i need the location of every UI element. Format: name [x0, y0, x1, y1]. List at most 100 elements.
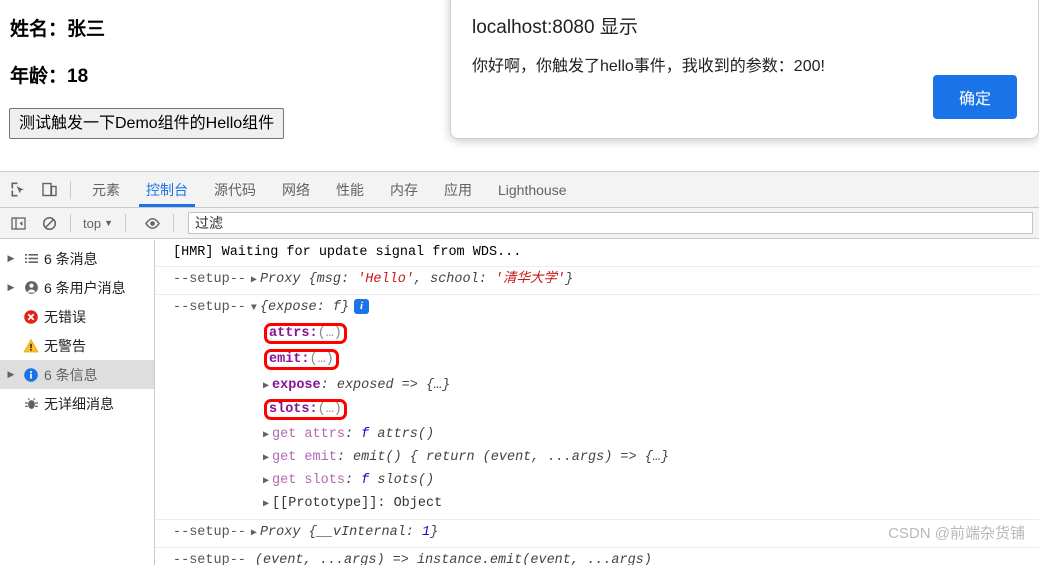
expand-arrow-icon[interactable]: ▶ — [263, 476, 269, 487]
prop-get-slots[interactable]: get slots — [272, 473, 345, 488]
vinternal-key: {__vInternal: — [308, 525, 422, 540]
dialog-ok-button[interactable]: 确定 — [932, 75, 1017, 119]
prop-attrs[interactable]: attrs: — [269, 326, 318, 341]
warning-icon — [20, 338, 42, 354]
collapse-arrow-icon[interactable]: ▼ — [251, 303, 257, 314]
prop-school: school: — [430, 272, 495, 287]
sidebar-item-warnings[interactable]: 无警告 — [0, 331, 154, 360]
sidebar-item-errors[interactable]: 无错误 — [0, 302, 154, 331]
browser-alert-dialog: localhost:8080 显示 你好啊，你触发了hello事件，我收到的参数… — [450, 0, 1039, 139]
expose-object-preview[interactable]: {expose: f} — [260, 300, 349, 315]
expand-arrow-icon[interactable]: ▶ — [4, 369, 18, 380]
user-icon — [20, 280, 42, 295]
tab-memory[interactable]: 内存 — [377, 172, 431, 207]
expose-value: exposed => {…} — [336, 378, 451, 393]
value-msg: 'Hello' — [357, 272, 414, 287]
sidebar-item-label: 6 条信息 — [44, 366, 98, 383]
prop-get-attrs[interactable]: get attrs — [272, 427, 345, 442]
slots-highlight-box: slots:(…) — [264, 399, 347, 420]
brace-close: } — [565, 272, 574, 287]
prop-msg: msg: — [316, 272, 358, 287]
console-row-expose: ▶ expose: exposed => {…} — [155, 372, 1039, 398]
execution-context-select[interactable]: top ▼ — [79, 216, 117, 231]
emit-value[interactable]: (…) — [310, 352, 334, 367]
inspect-element-icon[interactable] — [5, 177, 31, 203]
expand-arrow-icon[interactable]: ▶ — [251, 528, 257, 539]
console-row-proxy-vinternal: --setup-- ▶ Proxy {__vInternal: 1} — [155, 520, 1039, 548]
vinternal-value: 1 — [421, 525, 431, 540]
expand-arrow-icon[interactable]: ▶ — [263, 430, 269, 441]
colon: : — [336, 450, 354, 465]
age-text: 年龄：18 — [10, 66, 89, 87]
expand-arrow-icon[interactable]: ▶ — [263, 381, 269, 392]
console-message-list[interactable]: [HMR] Waiting for update signal from WDS… — [155, 240, 1039, 565]
clear-console-icon[interactable] — [36, 210, 62, 236]
sidebar-item-messages[interactable]: ▶ 6 条消息 — [0, 244, 154, 273]
console-row-attrs: attrs:(…) — [155, 322, 1039, 346]
verbose-icon — [20, 396, 42, 411]
colon: : — [320, 378, 337, 393]
get-slots-value: slots() — [369, 473, 435, 488]
toolbar-divider — [70, 180, 71, 199]
prop-emit[interactable]: emit: — [269, 352, 310, 367]
sidebar-item-verbose[interactable]: 无详细消息 — [0, 389, 154, 418]
attrs-value[interactable]: (…) — [318, 326, 342, 341]
comma: , — [413, 272, 431, 287]
console-row-emit-arrow-fn: --setup-- (event, ...args) => instance.em… — [155, 548, 1039, 565]
get-attrs-value: attrs() — [369, 427, 435, 442]
expand-arrow-icon[interactable]: ▶ — [263, 453, 269, 464]
sidebar-item-label: 6 条消息 — [44, 250, 98, 267]
prop-slots[interactable]: slots: — [269, 402, 318, 417]
arrow-function-text: (event, ...args) => instance.emit(event,… — [254, 553, 652, 565]
tab-application[interactable]: 应用 — [431, 172, 485, 207]
console-row-slots: slots:(…) — [155, 398, 1039, 422]
console-row-get-emit: ▶ get emit: emit() { return (event, ...ar… — [155, 447, 1039, 470]
eye-icon[interactable] — [139, 210, 165, 236]
filterbar-divider-3 — [173, 214, 174, 232]
console-row-hmr: [HMR] Waiting for update signal from WDS… — [155, 240, 1039, 267]
emit-highlight-box: emit:(…) — [264, 349, 339, 370]
trigger-hello-button[interactable]: 测试触发一下Demo组件的Hello组件 — [9, 108, 285, 140]
console-row-emit: emit:(…) — [155, 346, 1039, 372]
expand-arrow-icon[interactable]: ▶ — [4, 282, 18, 293]
sidebar-item-label: 6 条用户消息 — [44, 279, 126, 296]
sidebar-item-label: 无错误 — [44, 308, 86, 325]
setup-label: --setup-- — [173, 525, 246, 540]
sidebar-item-label: 无警告 — [44, 337, 86, 354]
device-toolbar-icon[interactable] — [36, 177, 62, 203]
slots-value[interactable]: (…) — [318, 402, 342, 417]
tab-sources[interactable]: 源代码 — [201, 172, 269, 207]
prop-prototype[interactable]: [[Prototype]] — [272, 496, 377, 511]
prop-expose[interactable]: expose — [272, 378, 321, 393]
tab-network[interactable]: 网络 — [269, 172, 323, 207]
tab-elements[interactable]: 元素 — [79, 172, 133, 207]
proxy-label: Proxy — [259, 272, 309, 287]
sidebar-item-info[interactable]: ▶ 6 条信息 — [0, 360, 154, 389]
attrs-highlight-box: attrs:(…) — [264, 323, 347, 344]
prop-get-emit[interactable]: get emit — [272, 450, 337, 465]
console-body: ▶ 6 条消息 ▶ 6 条用户消息 无错误 无警告 ▶ 6 条信息 无详细消息 … — [0, 240, 1039, 565]
name-text: 姓名：张三 — [10, 19, 106, 40]
filterbar-divider-2 — [125, 214, 126, 232]
tab-performance[interactable]: 性能 — [323, 172, 377, 207]
console-row-get-slots: ▶ get slots: f slots() — [155, 470, 1039, 493]
hmr-text: [HMR] Waiting for update signal from WDS… — [173, 245, 522, 260]
tab-console[interactable]: 控制台 — [133, 172, 201, 207]
tab-lighthouse[interactable]: Lighthouse — [485, 172, 580, 207]
console-filter-input[interactable] — [188, 212, 1033, 234]
sidebar-toggle-icon[interactable] — [5, 210, 31, 236]
console-row-expose-object: --setup-- ▼ {expose: f} i — [155, 295, 1039, 322]
sidebar-item-user-messages[interactable]: ▶ 6 条用户消息 — [0, 273, 154, 302]
expand-arrow-icon[interactable]: ▶ — [4, 253, 18, 264]
console-sidebar: ▶ 6 条消息 ▶ 6 条用户消息 无错误 无警告 ▶ 6 条信息 无详细消息 — [0, 240, 155, 565]
info-badge-icon[interactable]: i — [354, 299, 370, 314]
console-row-get-attrs: ▶ get attrs: f attrs() — [155, 422, 1039, 447]
list-icon — [20, 251, 42, 266]
expand-arrow-icon[interactable]: ▶ — [263, 499, 269, 510]
value-school: '清华大学' — [494, 272, 566, 287]
console-row-prototype: ▶ [[Prototype]]: Object — [155, 493, 1039, 520]
setup-label: --setup-- — [173, 300, 246, 315]
colon: : — [344, 473, 362, 488]
expand-arrow-icon[interactable]: ▶ — [251, 275, 257, 286]
brace-close: } — [430, 525, 439, 540]
